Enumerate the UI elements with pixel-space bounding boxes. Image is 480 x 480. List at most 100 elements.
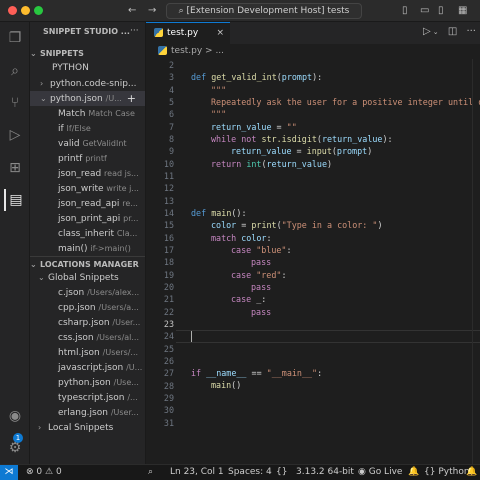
broadcast-icon: ◉: [358, 467, 369, 477]
snippet-item[interactable]: json_print_api pr...: [30, 211, 145, 226]
line-number: 16: [163, 232, 174, 243]
extensions-icon[interactable]: ⊞: [4, 157, 26, 179]
language-item[interactable]: PYTHON: [30, 61, 145, 76]
code-editor[interactable]: 2 3 4 5 6 7 8 9 10 11 12 13 14 15 16 17 18 19 20 21 22 23 24 25…: [146, 59, 480, 464]
line-number: 30: [163, 405, 174, 416]
split-editor-icon[interactable]: ◫: [448, 26, 457, 37]
settings-gear-icon[interactable]: ⚙: [4, 437, 26, 459]
code-line: case "red":: [231, 269, 287, 280]
search-icon[interactable]: ⌕: [4, 60, 26, 82]
code-line: pass: [251, 257, 272, 268]
snippet-item[interactable]: printf printf: [30, 151, 145, 166]
customize-layout-icon[interactable]: ▦: [458, 4, 467, 18]
line-number: 20: [163, 281, 174, 292]
line-number: 26: [163, 355, 174, 366]
code-line: while not str.isdigit(return_value):: [211, 134, 393, 144]
remote-indicator-icon[interactable]: ⋊: [0, 465, 18, 480]
global-snippets-folder[interactable]: ⌄ Global Snippets: [30, 270, 145, 285]
title-bar: ← → ⌕ [Extension Development Host] tests…: [0, 0, 480, 22]
line-number: 13: [163, 195, 174, 206]
location-item[interactable]: javascript.json /U...: [30, 360, 145, 375]
tab-test-py[interactable]: test.py ×: [146, 22, 230, 44]
snippet-studio-icon[interactable]: ▤: [4, 189, 26, 211]
snippet-item[interactable]: class_inherit Cla...: [30, 226, 145, 241]
code-line: def main():: [191, 208, 247, 218]
location-item[interactable]: erlang.json /User...: [30, 405, 145, 420]
toggle-panel-icon[interactable]: ▭: [420, 4, 429, 18]
line-number: 5: [168, 96, 174, 107]
cursor-position[interactable]: Ln 23, Col 1: [170, 465, 224, 480]
language-status-icon[interactable]: {}: [276, 465, 287, 480]
chevron-down-icon: ⌄: [30, 49, 37, 58]
more-actions-icon[interactable]: ···: [466, 26, 476, 37]
minimize-window-button[interactable]: [21, 6, 30, 15]
chevron-down-icon: ⌄: [40, 94, 47, 103]
location-item[interactable]: html.json /Users/...: [30, 345, 145, 360]
account-icon[interactable]: ◉: [4, 405, 26, 427]
location-item[interactable]: cpp.json /Users/a...: [30, 300, 145, 315]
line-number: 4: [168, 84, 174, 95]
line-number: 31: [163, 417, 174, 428]
toggle-secondary-sidebar-icon[interactable]: ▯: [438, 4, 444, 18]
text-cursor: [191, 331, 192, 342]
editor-area: test.py × ▷ ⌄ ◫ ··· test.py > ... 2345678…: [146, 22, 480, 464]
snippet-item[interactable]: json_read_api re...: [30, 196, 145, 211]
line-number: 21: [163, 294, 174, 305]
locations-section-header[interactable]: ⌄ LOCATIONS MANAGER: [30, 256, 145, 271]
code-line: main(): [211, 380, 242, 391]
location-item[interactable]: csharp.json /User...: [30, 315, 145, 330]
line-number: 14: [163, 207, 174, 218]
snippet-item[interactable]: valid GetValidInt: [30, 136, 145, 151]
zoom-icon[interactable]: ⌕: [148, 465, 153, 480]
status-bar: ⋊ ⊗ 0 ⚠ 0 ⌕ Ln 23, Col 1 Spaces: 4 {} 3.…: [0, 464, 480, 480]
run-file-icon[interactable]: ▷: [423, 26, 431, 37]
command-center-search[interactable]: ⌕ [Extension Development Host] tests: [166, 3, 362, 19]
line-number: 2: [168, 60, 174, 70]
location-item[interactable]: python.json /Use...: [30, 375, 145, 390]
snippet-item[interactable]: Match Match Case: [30, 106, 145, 121]
snippet-studio-sidebar: SNIPPET STUDIO ... ··· ⌄ SNIPPETS PYTHON …: [30, 22, 146, 464]
snippet-group-code-snippets[interactable]: › python.code-snip...: [30, 76, 145, 91]
code-line: Repeatedly ask the user for a positive i…: [211, 97, 480, 107]
current-line-highlight: [176, 330, 480, 343]
breadcrumb[interactable]: test.py > ...: [146, 44, 480, 59]
snippet-item[interactable]: json_read read js...: [30, 166, 145, 181]
snippet-item[interactable]: json_write write j...: [30, 181, 145, 196]
line-number: 8: [168, 133, 174, 144]
add-snippet-icon[interactable]: +: [127, 91, 136, 106]
maximize-window-button[interactable]: [34, 6, 43, 15]
toggle-primary-sidebar-icon[interactable]: ▯: [402, 4, 408, 18]
activity-bar: ❐ ⌕ ⑂ ▷ ⊞ ▤ ◉ 1 ⚙: [0, 22, 30, 464]
language-mode[interactable]: {} Python: [424, 465, 470, 480]
snippet-item[interactable]: if If/Else: [30, 121, 145, 136]
more-actions-icon[interactable]: ···: [130, 24, 145, 39]
notifications-icon[interactable]: 🔔: [466, 465, 477, 480]
go-live-button[interactable]: ◉ Go Live: [358, 465, 402, 480]
location-item[interactable]: c.json /Users/alex...: [30, 285, 145, 300]
explorer-icon[interactable]: ❐: [4, 27, 26, 49]
back-arrow-icon[interactable]: ←: [128, 4, 136, 18]
code-line: if __name__ == "__main__":: [191, 368, 323, 378]
close-icon[interactable]: ×: [216, 23, 224, 43]
chevron-down-icon[interactable]: ⌄: [433, 28, 439, 36]
forward-arrow-icon[interactable]: →: [148, 4, 156, 18]
snippets-section-header[interactable]: ⌄ SNIPPETS: [30, 46, 145, 61]
close-window-button[interactable]: [8, 6, 17, 15]
editor-scrollbar[interactable]: [472, 59, 480, 464]
snippet-group-python-json[interactable]: ⌄ python.json /U... +: [30, 91, 145, 106]
python-interpreter[interactable]: 3.13.2 64-bit: [296, 465, 354, 480]
code-line: """: [211, 84, 227, 95]
warning-icon: ⚠: [45, 467, 54, 477]
local-snippets-folder[interactable]: › Local Snippets: [30, 420, 145, 435]
notification-bell-icon[interactable]: 🔔: [408, 465, 419, 480]
source-control-icon[interactable]: ⑂: [4, 92, 26, 114]
code-line: case "blue":: [231, 245, 292, 255]
location-item[interactable]: css.json /Users/al...: [30, 330, 145, 345]
location-item[interactable]: typescript.json /...: [30, 390, 145, 405]
snippet-item[interactable]: main() if->main(): [30, 241, 145, 256]
problems-indicator[interactable]: ⊗ 0 ⚠ 0: [26, 465, 62, 480]
line-number: 24: [163, 331, 174, 342]
run-debug-icon[interactable]: ▷: [4, 124, 26, 146]
line-number: 10: [163, 158, 174, 169]
indentation-setting[interactable]: Spaces: 4: [228, 465, 272, 480]
